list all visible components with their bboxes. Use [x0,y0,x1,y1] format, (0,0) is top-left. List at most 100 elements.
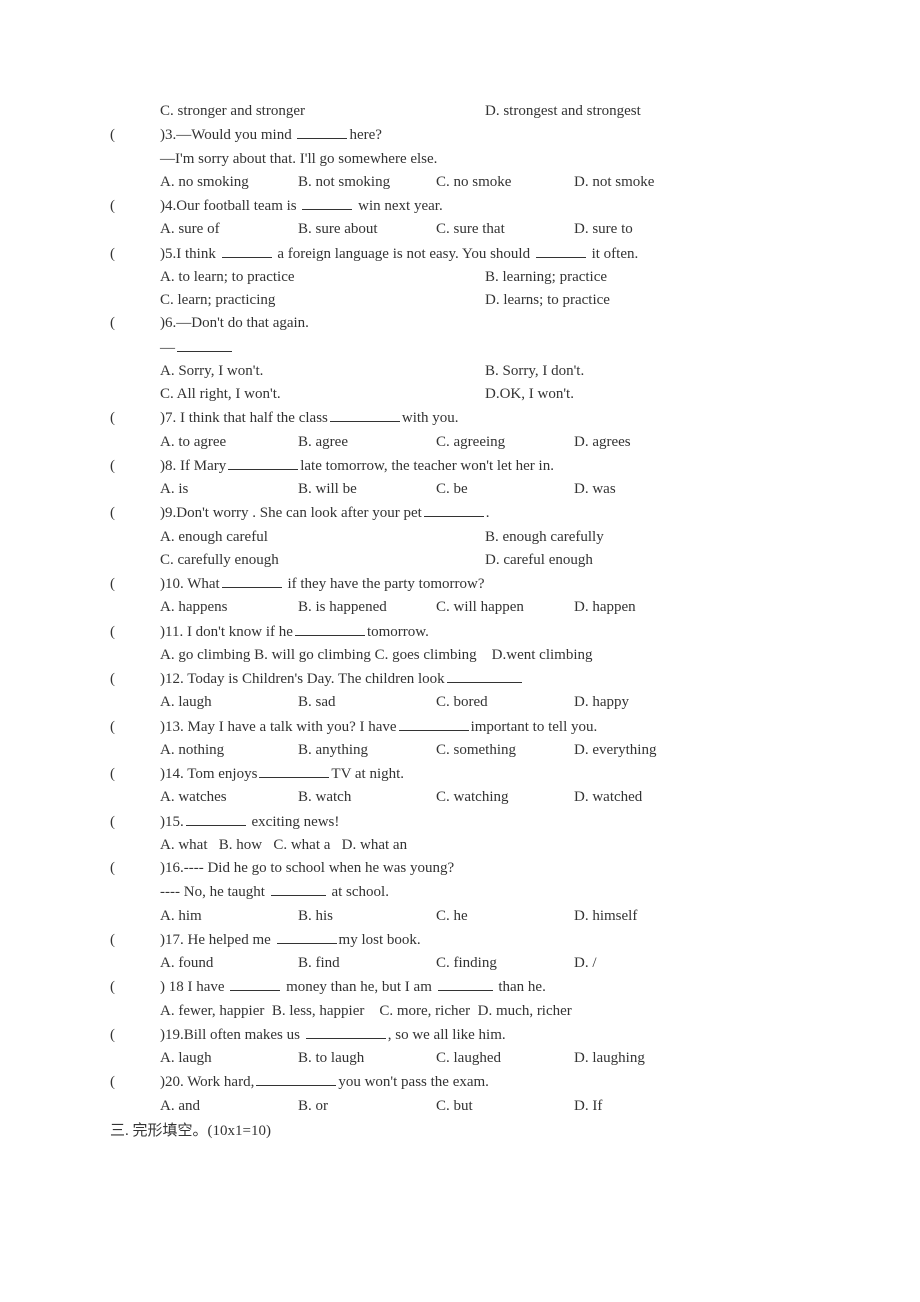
q14-option-C: C. watching [436,786,574,809]
q10-option-B: B. is happened [298,596,436,619]
q5-stem-a: )5.I think [160,246,220,262]
q6-options-row2: C. All right, I won't. D.OK, I won't. [160,383,810,406]
answer-paren[interactable]: ( [110,668,160,691]
q4-option-D: D. sure to [574,218,712,241]
blank[interactable] [256,1070,336,1086]
blank[interactable] [306,1023,386,1039]
blank[interactable] [399,715,469,731]
blank[interactable] [330,406,400,422]
q14-stem: )14. Tom enjoysTV at night. [160,762,810,786]
answer-paren[interactable]: ( [110,573,160,596]
q6-options-row1: A. Sorry, I won't. B. Sorry, I don't. [160,360,810,383]
answer-paren[interactable]: ( [110,502,160,525]
q17-option-C: C. finding [436,952,574,975]
q15: ( )15. exciting news! [110,810,810,834]
q19: ( )19.Bill often makes us , so we all li… [110,1023,810,1047]
q12-option-C: C. bored [436,691,574,714]
q2-options-line2: C. stronger and stronger D. strongest an… [160,100,810,123]
blank[interactable] [536,242,586,258]
blank[interactable] [447,667,522,683]
answer-paren[interactable]: ( [110,407,160,430]
answer-paren[interactable]: ( [110,124,160,147]
q6-line2: — [160,336,810,360]
q19-stem: )19.Bill often makes us , so we all like… [160,1023,810,1047]
answer-paren[interactable]: ( [110,716,160,739]
blank[interactable] [177,336,232,352]
blank[interactable] [228,454,298,470]
q8: ( )8. If Marylate tomorrow, the teacher … [110,454,810,478]
blank[interactable] [302,194,352,210]
q14-options: A. watches B. watch C. watching D. watch… [160,786,810,809]
answer-paren[interactable]: ( [110,976,160,999]
blank[interactable] [295,620,365,636]
q15-option-A: A. what [160,837,208,853]
q8-stem-a: )8. If Mary [160,458,226,474]
q11-stem: )11. I don't know if hetomorrow. [160,620,810,644]
q20-stem-a: )20. Work hard, [160,1074,254,1090]
blank[interactable] [230,975,280,991]
blank[interactable] [277,928,337,944]
q18-option-B: B. less, happier [272,1003,364,1019]
q6-option-B: B. Sorry, I don't. [485,360,810,383]
blank[interactable] [297,123,347,139]
q7-option-D: D. agrees [574,431,712,454]
blank[interactable] [424,501,484,517]
blank[interactable] [438,975,493,991]
q16-option-C: C. he [436,905,574,928]
q12: ( )12. Today is Children's Day. The chil… [110,667,810,691]
q12-option-D: D. happy [574,691,712,714]
blank[interactable] [222,242,272,258]
q4-options: A. sure of B. sure about C. sure that D.… [160,218,810,241]
q10-option-A: A. happens [160,596,298,619]
q4-stem-b: win next year. [354,198,442,214]
q5-stem: )5.I think a foreign language is not eas… [160,242,810,266]
q8-option-D: D. was [574,478,712,501]
q9: ( )9.Don't worry . She can look after yo… [110,501,810,525]
q3-options: A. no smoking B. not smoking C. no smoke… [160,171,810,194]
q14-option-A: A. watches [160,786,298,809]
answer-paren[interactable]: ( [110,243,160,266]
q7-stem-b: with you. [402,410,459,426]
answer-paren[interactable]: ( [110,857,160,880]
blank[interactable] [271,880,326,896]
q16-stem: )16.---- Did he go to school when he was… [160,857,810,880]
q4-option-C: C. sure that [436,218,574,241]
answer-paren[interactable]: ( [110,929,160,952]
answer-paren[interactable]: ( [110,811,160,834]
q18-option-C: C. more, richer [379,1003,470,1019]
q15-option-C: C. what a [273,837,330,853]
answer-paren[interactable]: ( [110,763,160,786]
worksheet-page: C. stronger and stronger D. strongest an… [0,0,920,1223]
q11: ( )11. I don't know if hetomorrow. [110,620,810,644]
answer-paren[interactable]: ( [110,621,160,644]
q9-option-A: A. enough careful [160,526,485,549]
answer-paren[interactable]: ( [110,312,160,335]
q17-stem: )17. He helped me my lost book. [160,928,810,952]
answer-paren[interactable]: ( [110,1071,160,1094]
q11-options: A. go climbing B. will go climbing C. go… [160,644,810,667]
blank[interactable] [222,572,282,588]
q16-option-B: B. his [298,905,436,928]
blank[interactable] [259,762,329,778]
q17-stem-a: )17. He helped me [160,932,275,948]
q4: ( )4.Our football team is win next year. [110,194,810,218]
q16-line2-a: ---- No, he taught [160,884,269,900]
q5-option-D: D. learns; to practice [485,289,810,312]
q14-option-B: B. watch [298,786,436,809]
q4-stem: )4.Our football team is win next year. [160,194,810,218]
q19-option-B: B. to laugh [298,1047,436,1070]
q18-option-A: A. fewer, happier [160,1003,264,1019]
blank[interactable] [186,810,246,826]
q3-option-B: B. not smoking [298,171,436,194]
answer-paren[interactable]: ( [110,455,160,478]
q15-stem: )15. exciting news! [160,810,810,834]
q3: ( )3.—Would you mind here? [110,123,810,147]
q11-option-A: A. go climbing [160,647,250,663]
q8-option-A: A. is [160,478,298,501]
answer-paren[interactable]: ( [110,1024,160,1047]
q9-option-B: B. enough carefully [485,526,810,549]
q5-options-row2: C. learn; practicing D. learns; to pract… [160,289,810,312]
answer-paren[interactable]: ( [110,195,160,218]
q18-stem-a: ) 18 I have [160,979,228,995]
q15-option-D: D. what an [342,837,407,853]
